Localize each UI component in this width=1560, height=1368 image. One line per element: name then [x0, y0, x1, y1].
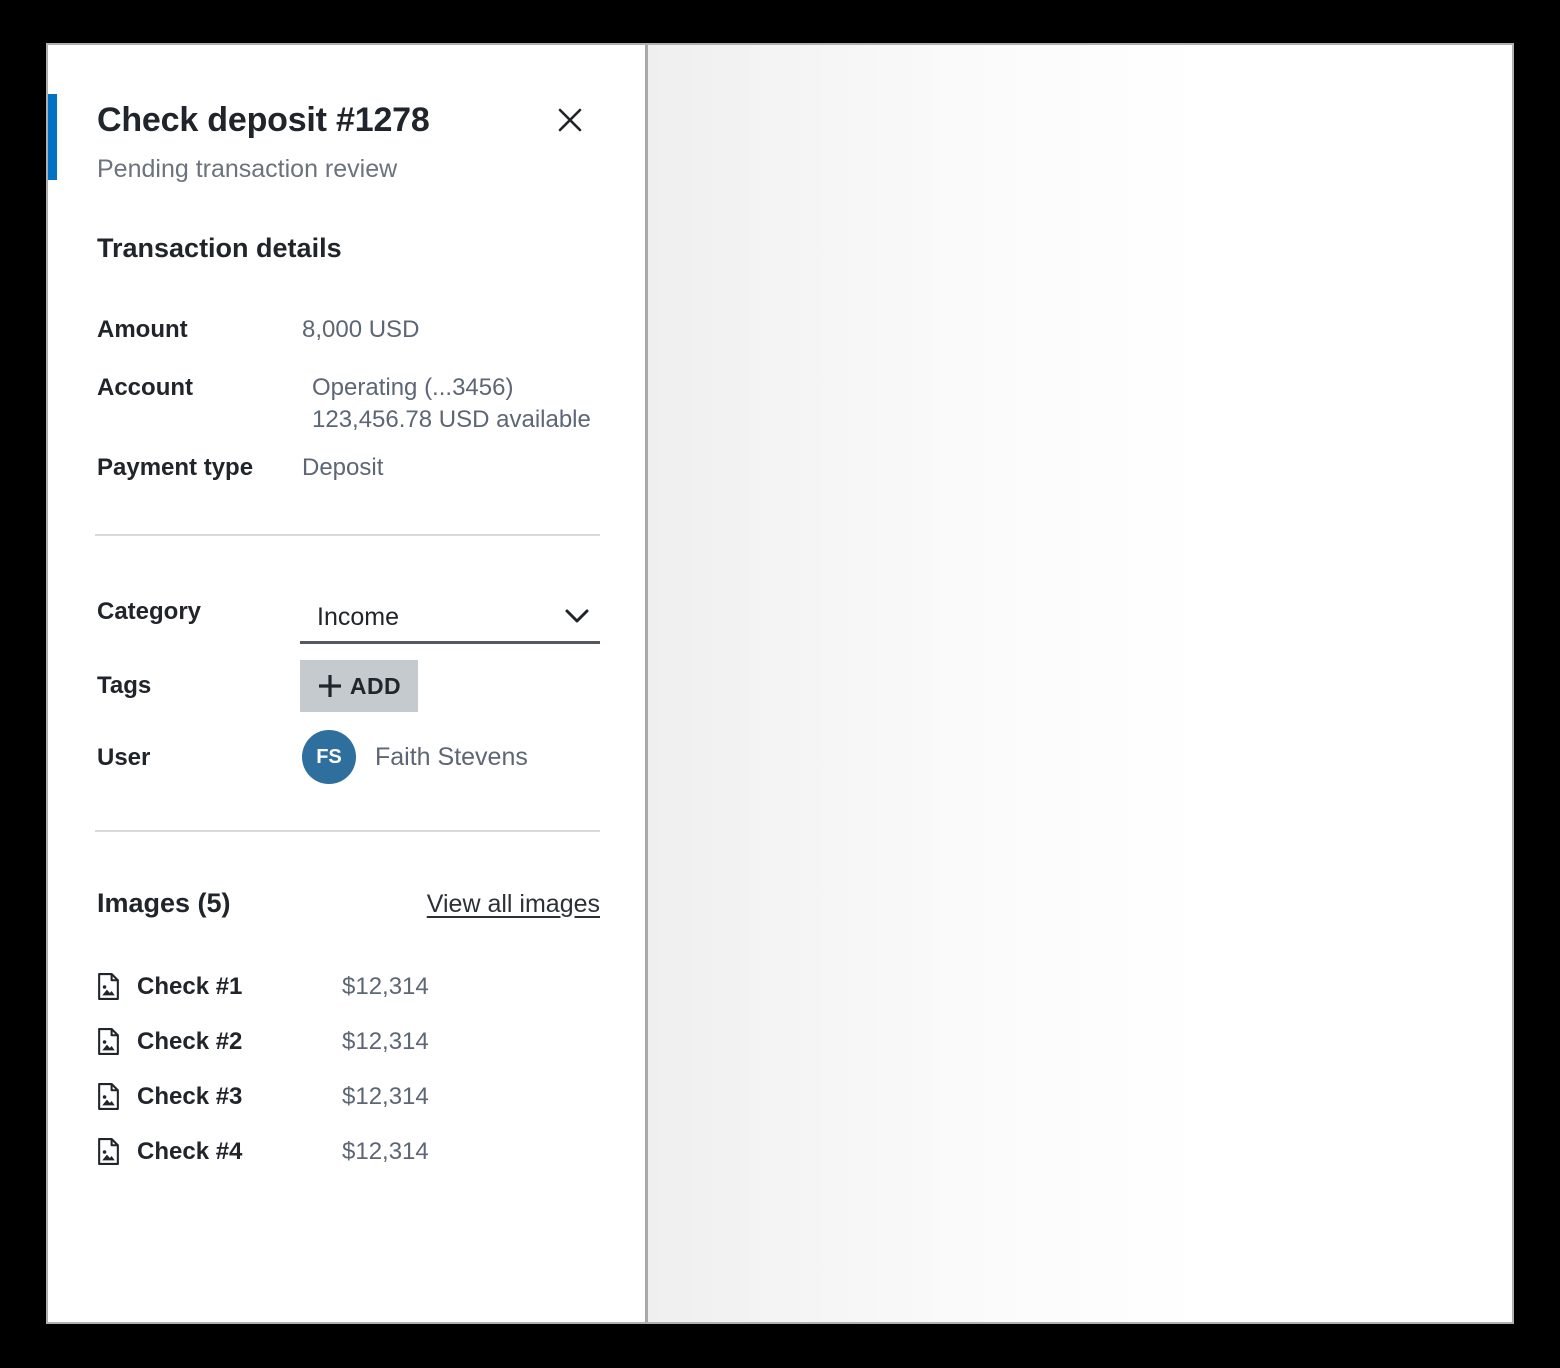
category-label: Category: [97, 598, 201, 626]
check-amount: $12,314: [342, 1138, 429, 1166]
check-name: Check #3: [137, 1083, 242, 1111]
payment-type-value: Deposit: [302, 454, 383, 482]
drawer-accent-bar: [48, 94, 57, 180]
amount-label: Amount: [97, 316, 188, 344]
transaction-details-heading: Transaction details: [97, 233, 342, 264]
category-selected-value: Income: [317, 603, 399, 632]
check-name: Check #2: [137, 1028, 242, 1056]
list-item[interactable]: Check #3 $12,314: [48, 1069, 645, 1124]
check-image-list: Check #1 $12,314 Check #2 $12,314: [48, 959, 645, 1179]
list-item[interactable]: Check #2 $12,314: [48, 1014, 645, 1069]
add-tag-button-label: ADD: [350, 673, 401, 700]
close-button[interactable]: [548, 98, 592, 142]
avatar: FS: [302, 730, 356, 784]
drawer-subtitle: Pending transaction review: [97, 155, 397, 184]
close-icon: [556, 106, 584, 134]
payment-type-label: Payment type: [97, 454, 253, 482]
check-name: Check #1: [137, 973, 242, 1001]
user-name: Faith Stevens: [375, 743, 528, 772]
chevron-down-icon: [564, 607, 590, 625]
check-deposit-drawer: Check deposit #1278 Pending transaction …: [48, 45, 645, 1322]
list-item[interactable]: Check #1 $12,314: [48, 959, 645, 1014]
view-all-images-link[interactable]: View all images: [427, 890, 600, 919]
divider: [95, 830, 600, 832]
add-tag-button[interactable]: ADD: [300, 660, 418, 712]
file-image-icon: [97, 973, 120, 1000]
file-image-icon: [97, 1028, 120, 1055]
account-value-line1: Operating (...3456): [312, 374, 513, 402]
check-amount: $12,314: [342, 1028, 429, 1056]
list-item[interactable]: Check #4 $12,314: [48, 1124, 645, 1179]
account-label: Account: [97, 374, 193, 402]
user-chip: FS Faith Stevens: [302, 730, 528, 784]
main-content-area: [648, 45, 1512, 1322]
plus-icon: [317, 673, 343, 699]
app-window: Check deposit #1278 Pending transaction …: [48, 45, 1512, 1322]
file-image-icon: [97, 1138, 120, 1165]
account-value-line2: 123,456.78 USD available: [312, 406, 591, 434]
divider: [95, 534, 600, 536]
user-label: User: [97, 744, 150, 772]
tags-label: Tags: [97, 672, 151, 700]
check-amount: $12,314: [342, 973, 429, 1001]
file-image-icon: [97, 1083, 120, 1110]
drawer-title: Check deposit #1278: [97, 101, 430, 140]
category-select[interactable]: Income: [300, 593, 600, 644]
check-name: Check #4: [137, 1138, 242, 1166]
amount-value: 8,000 USD: [302, 316, 419, 344]
images-heading: Images (5): [97, 888, 231, 919]
check-amount: $12,314: [342, 1083, 429, 1111]
